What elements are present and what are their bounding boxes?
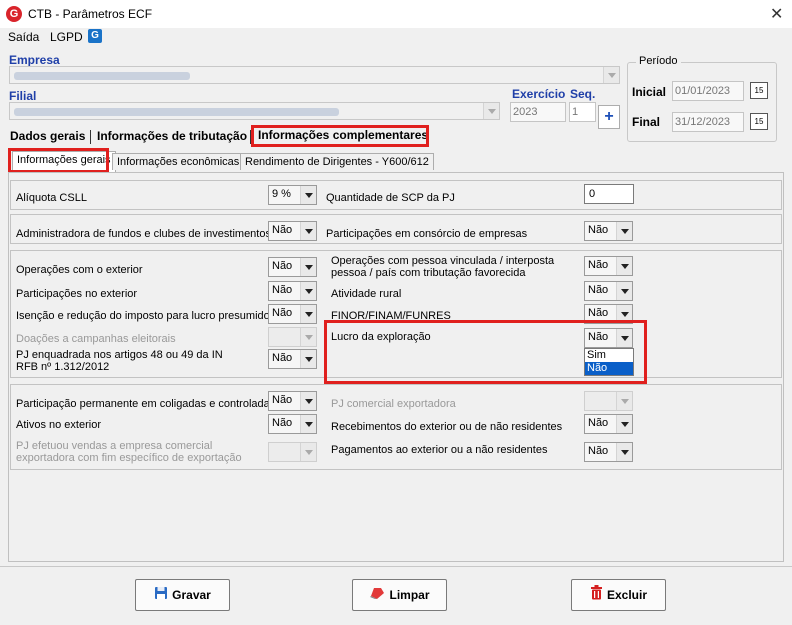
receb-exterior-label: Recebimentos do exterior ou de não resid… xyxy=(331,421,563,433)
aliquota-csll-value: 9 % xyxy=(272,188,291,200)
isencao-select[interactable]: Não xyxy=(268,304,317,324)
lucro-exploracao-select[interactable]: Não xyxy=(584,328,633,348)
eraser-icon xyxy=(369,581,385,611)
seq-field[interactable]: 1 xyxy=(569,102,596,122)
dropdown-option-sim[interactable]: Sim xyxy=(585,349,633,362)
gravar-button[interactable]: Gravar xyxy=(135,579,230,611)
filial-label: Filial xyxy=(9,89,37,103)
pj-enquadrada-value: Não xyxy=(272,352,293,364)
dropdown-option-nao[interactable]: Não xyxy=(585,362,633,375)
lucro-exploracao-value: Não xyxy=(588,331,609,343)
adm-fundos-value: Não xyxy=(272,224,293,236)
pj-enquadrada-label: PJ enquadrada nos artigos 48 ou 49 da IN… xyxy=(16,349,223,373)
finor-select[interactable]: Não xyxy=(584,304,633,324)
oper-pessoa-vinc-label: Operações com pessoa vinculada / interpo… xyxy=(331,255,555,279)
menu-item-saida[interactable]: Saída xyxy=(8,30,39,44)
final-label: Final xyxy=(632,115,661,129)
lucro-exploracao-label: Lucro da exploração xyxy=(331,331,431,343)
part-exterior-label: Participações no exterior xyxy=(16,288,138,300)
part-permanente-label: Participação permanente em coligadas e c… xyxy=(16,398,276,410)
tab-dados-gerais[interactable]: Dados gerais xyxy=(10,129,85,143)
ativ-rural-value: Não xyxy=(588,284,609,296)
oper-pessoa-vinc-select[interactable]: Não xyxy=(584,256,633,276)
periodo-title: Período xyxy=(636,55,681,67)
ativ-rural-select[interactable]: Não xyxy=(584,281,633,301)
calendar-icon[interactable]: 15 xyxy=(750,113,768,130)
aliquota-csll-select[interactable]: 9 % xyxy=(268,185,317,205)
pj-vendas-select[interactable] xyxy=(268,442,317,462)
ativos-exterior-label: Ativos no exterior xyxy=(16,419,101,431)
lgpd-icon[interactable]: G xyxy=(88,29,102,43)
pj-vendas-label: PJ efetuou vendas a empresa comercial ex… xyxy=(16,440,242,464)
subtab-informacoes-economicas[interactable]: Informações econômicas xyxy=(112,153,245,170)
window-title: CTB - Parâmetros ECF xyxy=(28,7,153,21)
finor-value: Não xyxy=(588,307,609,319)
seq-label: Seq. xyxy=(570,87,596,101)
excluir-button[interactable]: Excluir xyxy=(571,579,666,611)
save-icon xyxy=(154,581,168,611)
isencao-value: Não xyxy=(272,307,293,319)
ativos-exterior-value: Não xyxy=(272,417,293,429)
empresa-select[interactable] xyxy=(9,66,620,84)
part-exterior-value: Não xyxy=(272,284,293,296)
doacoes-select[interactable] xyxy=(268,327,317,347)
part-exterior-select[interactable]: Não xyxy=(268,281,317,301)
exercicio-label: Exercício xyxy=(512,87,566,101)
subtab-rendimento-dirigentes[interactable]: Rendimento de Dirigentes - Y600/612 xyxy=(240,153,434,170)
part-consorcio-select[interactable]: Não xyxy=(584,221,633,241)
ativos-exterior-select[interactable]: Não xyxy=(268,414,317,434)
adm-fundos-label: Administradora de fundos e clubes de inv… xyxy=(16,228,271,240)
pagamentos-exterior-label: Pagamentos ao exterior ou a não resident… xyxy=(331,444,548,456)
pj-comercial-select[interactable] xyxy=(584,391,633,411)
pagamentos-exterior-value: Não xyxy=(588,445,609,457)
ativ-rural-label: Atividade rural xyxy=(331,288,402,300)
tab-separator xyxy=(90,130,91,144)
receb-exterior-value: Não xyxy=(588,417,609,429)
limpar-button[interactable]: Limpar xyxy=(352,579,447,611)
finor-label: FINOR/FINAM/FUNRES xyxy=(331,310,451,320)
trash-icon xyxy=(590,581,603,611)
limpar-label: Limpar xyxy=(389,588,430,602)
subtab-informacoes-gerais[interactable]: Informações gerais xyxy=(12,151,116,172)
oper-pessoa-vinc-value: Não xyxy=(588,259,609,271)
pagamentos-exterior-select[interactable]: Não xyxy=(584,442,633,462)
close-icon[interactable]: ✕ xyxy=(770,4,783,24)
oper-exterior-select[interactable]: Não xyxy=(268,257,317,277)
receb-exterior-select[interactable]: Não xyxy=(584,414,633,434)
exercicio-field[interactable]: 2023 xyxy=(510,102,566,122)
part-consorcio-label: Participações em consórcio de empresas xyxy=(326,228,528,240)
part-permanente-select[interactable]: Não xyxy=(268,391,317,411)
isencao-label: Isenção e redução do imposto para lucro … xyxy=(16,310,270,322)
app-logo-icon: G xyxy=(6,6,22,22)
gravar-label: Gravar xyxy=(172,588,211,602)
tab-informacoes-complementares[interactable]: Informações complementares xyxy=(258,128,428,142)
empresa-label: Empresa xyxy=(9,53,60,67)
qtd-scp-label: Quantidade de SCP da PJ xyxy=(326,192,455,204)
menu-bar xyxy=(0,28,792,48)
lucro-exploracao-dropdown: Sim Não xyxy=(584,348,634,376)
pj-comercial-label: PJ comercial exportadora xyxy=(331,398,456,410)
inicial-date-field[interactable]: 01/01/2023 xyxy=(672,81,744,101)
calendar-icon[interactable]: 15 xyxy=(750,82,768,99)
menu-item-lgpd[interactable]: LGPD xyxy=(50,30,83,44)
add-button[interactable]: + xyxy=(598,105,620,129)
inicial-label: Inicial xyxy=(632,85,667,99)
oper-exterior-value: Não xyxy=(272,260,293,272)
doacoes-label: Doações a campanhas eleitorais xyxy=(16,333,176,345)
part-consorcio-value: Não xyxy=(588,224,609,236)
oper-exterior-label: Operações com o exterior xyxy=(16,264,143,276)
part-permanente-value: Não xyxy=(272,394,293,406)
qtd-scp-field[interactable]: 0 xyxy=(584,184,634,204)
aliquota-csll-label: Alíquota CSLL xyxy=(16,192,87,204)
excluir-label: Excluir xyxy=(606,588,648,602)
pj-enquadrada-select[interactable]: Não xyxy=(268,349,317,369)
final-date-field[interactable]: 31/12/2023 xyxy=(672,112,744,132)
adm-fundos-select[interactable]: Não xyxy=(268,221,317,241)
tab-informacoes-tributacao[interactable]: Informações de tributação xyxy=(97,129,247,143)
filial-select[interactable] xyxy=(9,102,500,120)
tab-separator xyxy=(250,130,251,144)
